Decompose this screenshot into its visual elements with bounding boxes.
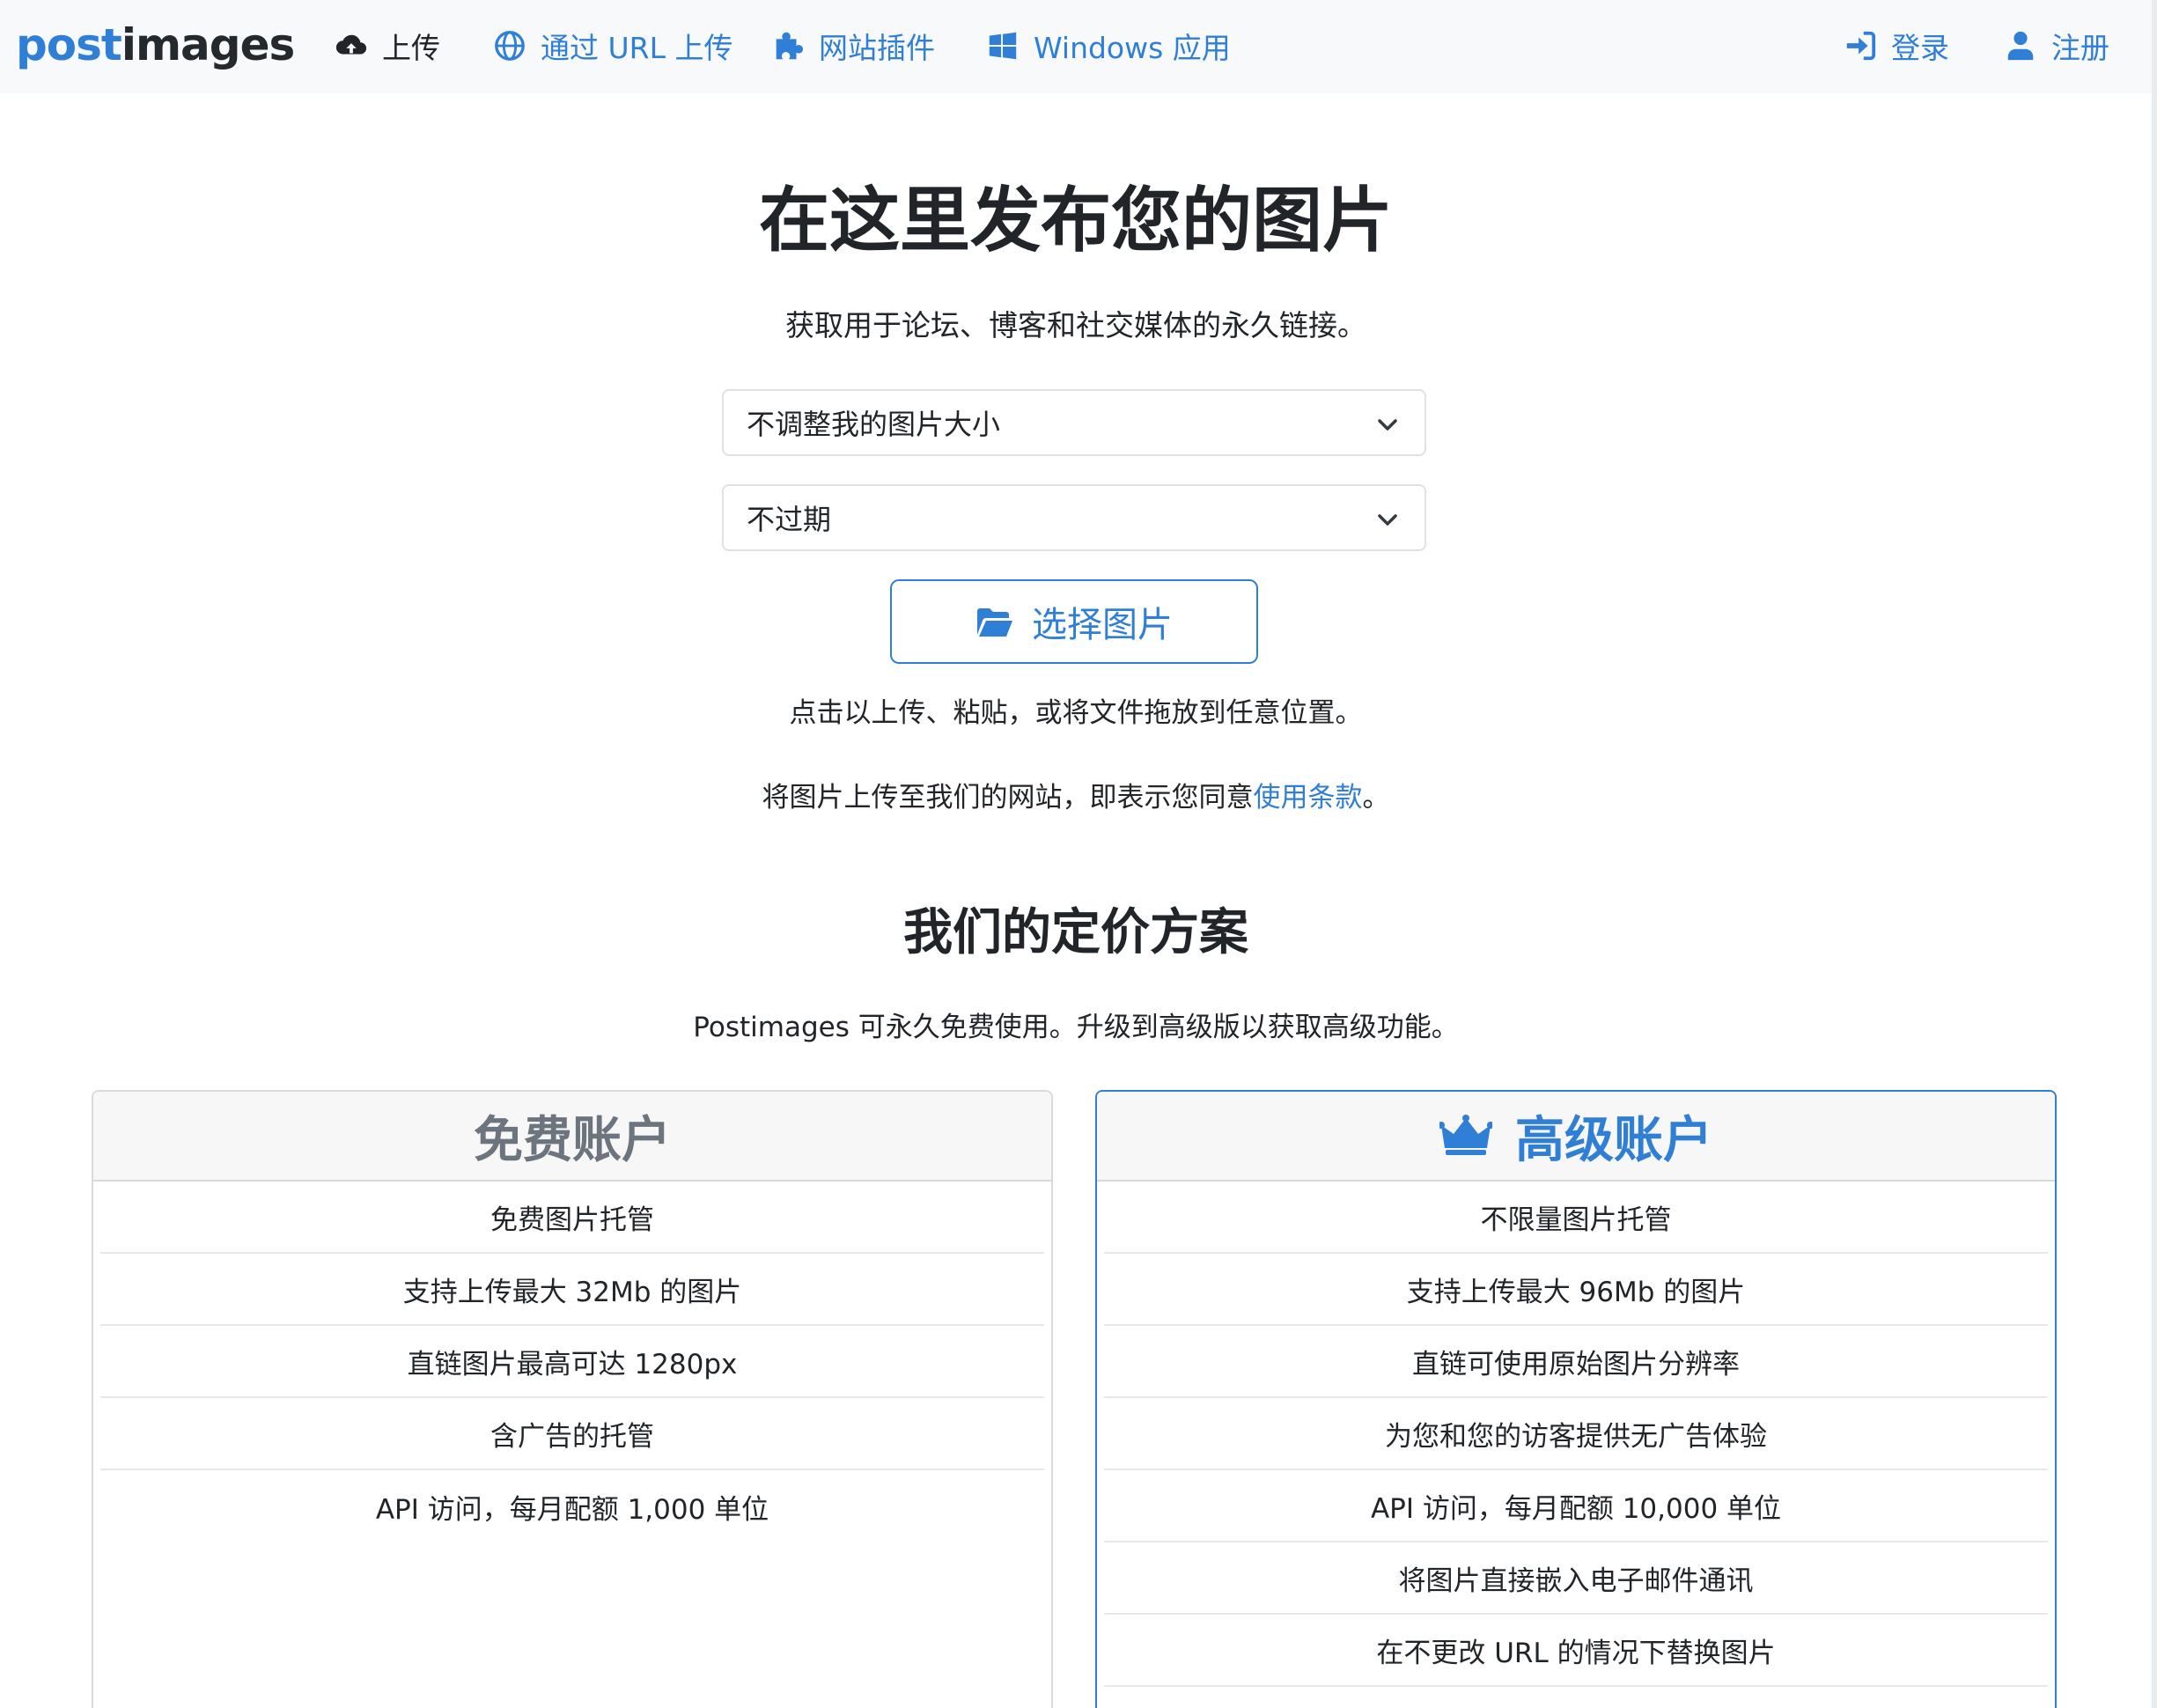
- premium-plan-card: 高级账户 不限量图片托管 支持上传最大 96Mb 的图片 直链可使用原始图片分辨…: [1095, 1090, 2057, 1708]
- chevron-down-icon: [1378, 514, 1397, 526]
- list-item: 含广告的托管: [100, 1398, 1044, 1470]
- nav-upload-url[interactable]: 通过 URL 上传: [493, 21, 732, 70]
- free-plan-title: 免费账户: [474, 1111, 671, 1169]
- choose-images-label: 选择图片: [1032, 605, 1173, 645]
- pricing-subtitle: Postimages 可永久免费使用。升级到高级版以获取高级功能。: [693, 1012, 1459, 1043]
- nav-windows-app-label: Windows 应用: [1034, 31, 1231, 65]
- list-item: 支持上传最大 96Mb 的图片: [1104, 1254, 2048, 1326]
- list-item: 为您和您的访客提供无广告体验: [1104, 1398, 2048, 1470]
- premium-plan-title: 高级账户: [1515, 1111, 1712, 1169]
- brand-logo[interactable]: postimages: [16, 16, 295, 74]
- list-item: 免费图片托管: [100, 1182, 1044, 1254]
- free-plan-features: 免费图片托管 支持上传最大 32Mb 的图片 直链图片最高可达 1280px 含…: [93, 1182, 1051, 1542]
- list-item: 将图片直接嵌入电子邮件通讯: [1104, 1542, 2048, 1615]
- terms-suffix: 。: [1362, 782, 1390, 814]
- folder-open-icon: [977, 608, 1012, 637]
- brand-part-2: images: [121, 19, 295, 70]
- list-item: 直链可使用原始图片分辨率: [1104, 1326, 2048, 1398]
- nav-register-label: 注册: [2051, 31, 2109, 65]
- list-item: 在不更改 URL 的情况下替换图片: [1104, 1615, 2048, 1687]
- resize-select-value: 不调整我的图片大小: [747, 408, 1001, 441]
- nav-login[interactable]: 登录: [1844, 21, 1949, 70]
- navbar: postimages 上传 通过 URL 上传 网站插件 Windows 应用: [0, 0, 2152, 93]
- list-item: 直链图片最高可达 1280px: [100, 1326, 1044, 1398]
- list-item: API 访问，每月配额 1,000 单位: [375, 1493, 769, 1526]
- nav-upload-label: 上传: [382, 31, 440, 65]
- crown-icon: [1439, 1115, 1492, 1155]
- resize-select[interactable]: 不调整我的图片大小: [722, 389, 1426, 456]
- premium-plan-header: 高级账户: [1097, 1092, 2055, 1182]
- terms-link[interactable]: 使用条款: [1254, 782, 1363, 814]
- page-title: 在这里发布您的图片: [759, 180, 1393, 261]
- chevron-down-icon: [1378, 419, 1397, 431]
- pricing-title: 我们的定价方案: [903, 904, 1248, 961]
- list-item: API 访问，每月配额 10,000 单位: [1104, 1470, 2048, 1542]
- brand-part-1: post: [16, 19, 122, 70]
- windows-icon: [989, 32, 1017, 60]
- choose-images-button[interactable]: 选择图片: [890, 579, 1258, 664]
- expire-select[interactable]: 不过期: [722, 484, 1426, 551]
- nav-plugins-label: 网站插件: [819, 31, 935, 65]
- expire-select-value: 不过期: [747, 503, 832, 536]
- cloud-upload-icon: [335, 34, 367, 55]
- nav-windows-app[interactable]: Windows 应用: [986, 21, 1231, 70]
- premium-plan-features: 不限量图片托管 支持上传最大 96Mb 的图片 直链可使用原始图片分辨率 为您和…: [1097, 1182, 2055, 1687]
- nav-upload[interactable]: 上传: [335, 21, 440, 70]
- upload-hint: 点击以上传、粘贴，或将文件拖放到任意位置。: [789, 697, 1363, 729]
- terms-notice: 将图片上传至我们的网站，即表示您同意使用条款。: [0, 777, 2152, 819]
- list-item: 不限量图片托管: [1104, 1182, 2048, 1254]
- nav-upload-url-label: 通过 URL 上传: [541, 31, 733, 65]
- nav-login-label: 登录: [1891, 31, 1949, 65]
- page-scrollbar-edge: [2152, 0, 2157, 1708]
- page-subtitle: 获取用于论坛、博客和社交媒体的永久链接。: [785, 308, 1366, 342]
- user-icon: [2007, 31, 2034, 61]
- nav-plugins[interactable]: 网站插件: [771, 21, 935, 70]
- puzzle-icon: [776, 32, 804, 60]
- free-plan-header: 免费账户: [93, 1092, 1051, 1182]
- globe-icon: [495, 31, 525, 61]
- terms-prefix: 将图片上传至我们的网站，即表示您同意: [762, 782, 1254, 814]
- sign-in-icon: [1846, 31, 1876, 61]
- nav-register[interactable]: 注册: [2004, 21, 2109, 70]
- free-plan-card: 免费账户 免费图片托管 支持上传最大 32Mb 的图片 直链图片最高可达 128…: [92, 1090, 1053, 1708]
- list-item: 支持上传最大 32Mb 的图片: [100, 1254, 1044, 1326]
